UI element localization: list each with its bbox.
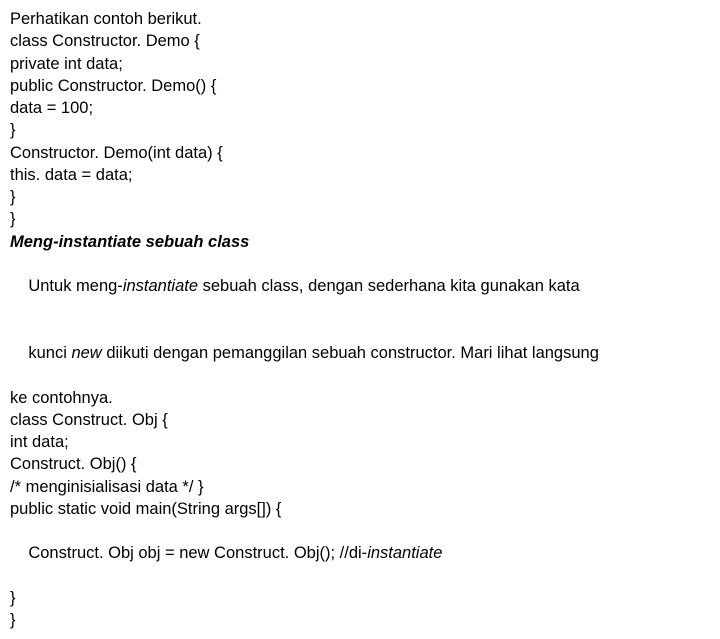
code-line: } — [10, 186, 710, 208]
text-run: sebuah class, dengan sederhana kita guna… — [198, 277, 580, 295]
code-line: data = 100; — [10, 97, 710, 119]
document-page: Perhatikan contoh berikut. class Constru… — [0, 0, 720, 639]
code-line: class Construct. Obj { — [10, 409, 710, 431]
text-run: kunci — [28, 344, 71, 362]
paragraph-line: Untuk meng-instantiate sebuah class, den… — [10, 253, 710, 320]
text-run-italic: new — [71, 344, 101, 362]
code-line: int data; — [10, 431, 710, 453]
text-run-italic: instantiate — [367, 544, 442, 562]
code-line: this. data = data; — [10, 164, 710, 186]
text-run: Construct. Obj obj = new Construct. Obj(… — [28, 544, 367, 562]
section-heading: Meng-instantiate sebuah class — [10, 231, 710, 253]
text-run: diikuti dengan pemanggilan sebuah constr… — [102, 344, 599, 362]
text-line: Perhatikan contoh berikut. — [10, 8, 710, 30]
code-line: Construct. Obj obj = new Construct. Obj(… — [10, 520, 710, 587]
code-line: } — [10, 587, 710, 609]
code-line: /* menginisialisasi data */ } — [10, 476, 710, 498]
code-line: Constructor. Demo(int data) { — [10, 142, 710, 164]
code-line: public static void main(String args[]) { — [10, 498, 710, 520]
text-run-italic: instantiate — [123, 277, 198, 295]
text-run: Untuk meng- — [28, 277, 122, 295]
code-line: private int data; — [10, 53, 710, 75]
paragraph-line: kunci new diikuti dengan pemanggilan seb… — [10, 320, 710, 387]
code-line: } — [10, 609, 710, 631]
code-line: } — [10, 119, 710, 141]
code-line: public Constructor. Demo() { — [10, 75, 710, 97]
paragraph-line: ke contohnya. — [10, 387, 710, 409]
code-line: Construct. Obj() { — [10, 453, 710, 475]
code-line: class Constructor. Demo { — [10, 30, 710, 52]
code-line: } — [10, 208, 710, 230]
